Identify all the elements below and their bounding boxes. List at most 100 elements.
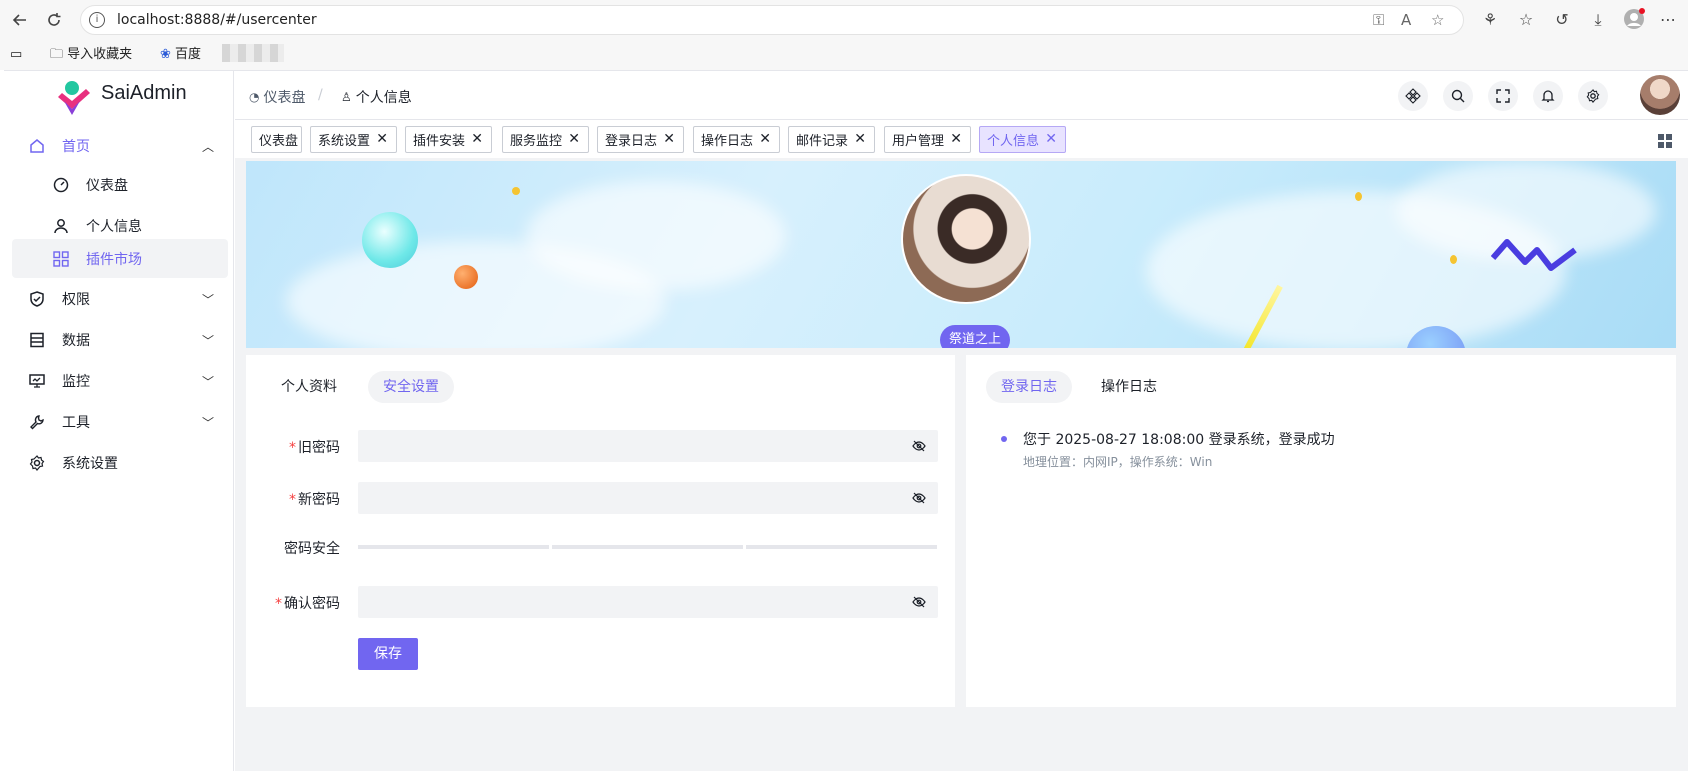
- apps-icon: [52, 250, 70, 268]
- strength-bar-2: [552, 545, 743, 549]
- tab-dashboard[interactable]: 仪表盘: [251, 126, 302, 153]
- eye-off-icon[interactable]: [912, 439, 926, 453]
- breadcrumb-dashboard[interactable]: ◔ 仪表盘: [249, 87, 305, 107]
- tab-mail-records[interactable]: 邮件记录 ✕: [788, 126, 875, 153]
- refresh-icon[interactable]: [40, 6, 68, 34]
- close-icon[interactable]: ✕: [568, 131, 580, 147]
- sidebar: SaiAdmin 首页 ︿ 仪表盘 个人信息 插件市场 权限 ﹀ 数据 ﹀ 监控…: [4, 71, 234, 771]
- tab-operation-log[interactable]: 操作日志 ✕: [693, 126, 780, 153]
- decor-dot: [1355, 192, 1362, 201]
- chevron-down-icon: ﹀: [201, 333, 214, 348]
- user-icon: [52, 217, 70, 235]
- chevron-up-icon: ︿: [201, 139, 214, 154]
- address-bar[interactable]: i localhost:8888/#/usercenter ⚿ A ☆: [80, 5, 1464, 35]
- tab-service-monitor[interactable]: 服务监控 ✕: [502, 126, 589, 153]
- close-icon[interactable]: ✕: [950, 131, 962, 147]
- tab-operation-log[interactable]: 操作日志: [1086, 371, 1172, 403]
- new-password-label: * 新密码: [289, 492, 340, 508]
- tab-label: 服务监控: [510, 134, 563, 149]
- tab-label: 仪表盘: [259, 134, 299, 149]
- avatar[interactable]: [1640, 75, 1680, 115]
- settings-button[interactable]: [1578, 81, 1608, 111]
- log-entry-detail: 地理位置：内网IP，操作系统：Win: [1023, 455, 1213, 469]
- save-button[interactable]: 保存: [358, 638, 418, 670]
- close-icon[interactable]: ✕: [1045, 131, 1057, 147]
- bell-icon: [1541, 90, 1555, 103]
- shield-icon: [28, 290, 46, 308]
- back-icon[interactable]: [6, 6, 34, 34]
- old-password-label: * 旧密码: [289, 440, 340, 456]
- tab-plugin-install[interactable]: 插件安装 ✕: [405, 126, 492, 153]
- tab-label: 操作日志: [701, 134, 754, 149]
- strength-bar-3: [746, 545, 937, 549]
- star-icon[interactable]: ☆: [1431, 11, 1444, 29]
- close-icon[interactable]: ✕: [854, 131, 866, 147]
- profile-icon[interactable]: [1622, 8, 1646, 32]
- more-icon[interactable]: ⋯: [1656, 8, 1680, 32]
- profile-name-badge: 祭道之上: [940, 325, 1011, 348]
- menu-tools[interactable]: 工具 ﹀: [12, 402, 228, 442]
- tabs-icon[interactable]: ▭: [10, 44, 22, 66]
- menu-settings-label: 系统设置: [62, 456, 118, 472]
- profile-avatar[interactable]: [901, 174, 1031, 304]
- monitor-icon: [28, 372, 46, 390]
- main-content: 祭道之上 个人资料 安全设置 * 旧密码 * 新密码 密码安全 * 确认密码 保存: [235, 158, 1688, 771]
- bookmark-baidu[interactable]: ❀ 百度: [160, 44, 201, 66]
- new-password-input[interactable]: [358, 482, 938, 514]
- wrench-icon: [28, 413, 46, 431]
- read-aloud-icon[interactable]: A: [1401, 11, 1411, 29]
- menu-home[interactable]: 首页 ︿: [12, 126, 228, 166]
- close-icon[interactable]: ✕: [663, 131, 675, 147]
- info-icon[interactable]: i: [89, 12, 105, 28]
- extensions-icon[interactable]: ⚘: [1478, 8, 1502, 32]
- eye-off-icon[interactable]: [912, 595, 926, 609]
- bookmark-import-label: 导入收藏夹: [67, 47, 133, 62]
- tab-login-log[interactable]: 登录日志 ✕: [597, 126, 684, 153]
- tab-security-settings[interactable]: 安全设置: [368, 371, 454, 403]
- fullscreen-button[interactable]: [1488, 81, 1518, 111]
- close-icon[interactable]: ✕: [376, 131, 388, 147]
- close-icon[interactable]: ✕: [471, 131, 483, 147]
- eye-off-icon[interactable]: [912, 491, 926, 505]
- blurred-bookmark[interactable]: [222, 44, 284, 62]
- menu-plugin-market[interactable]: 插件市场: [12, 239, 228, 278]
- bookmark-baidu-label: 百度: [175, 47, 202, 62]
- tab-personal-info[interactable]: 个人资料: [266, 371, 352, 403]
- notification-button[interactable]: [1533, 81, 1563, 111]
- tab-system-settings[interactable]: 系统设置 ✕: [310, 126, 397, 153]
- breadcrumb-profile-label: 个人信息: [355, 90, 412, 106]
- close-icon[interactable]: ✕: [759, 131, 771, 147]
- menu-dashboard[interactable]: 仪表盘: [12, 165, 228, 205]
- download-icon[interactable]: ⤓: [1586, 8, 1610, 32]
- old-password-input[interactable]: [358, 430, 938, 462]
- history-icon[interactable]: ↺: [1550, 8, 1574, 32]
- breadcrumb-profile[interactable]: ♙ 个人信息: [341, 87, 412, 107]
- menu-tools-label: 工具: [62, 415, 90, 431]
- dashboard-icon: ◔: [249, 90, 260, 104]
- confirm-password-input[interactable]: [358, 586, 938, 618]
- menu-permission-label: 权限: [62, 292, 90, 308]
- log-card: 登录日志 操作日志 您于 2025-08-27 18:08:00 登录系统，登录…: [966, 355, 1676, 707]
- database-icon: [28, 331, 46, 349]
- settings-icon: [28, 454, 46, 472]
- tabs-menu-icon[interactable]: [1658, 133, 1672, 152]
- log-entry-main: 您于 2025-08-27 18:08:00 登录系统，登录成功: [1023, 432, 1335, 448]
- favorites-icon[interactable]: ☆: [1514, 8, 1538, 32]
- tab-profile[interactable]: 个人信息 ✕: [979, 126, 1066, 153]
- search-button[interactable]: [1443, 81, 1473, 111]
- decor-dot: [512, 187, 520, 195]
- user-icon: ♙: [341, 90, 352, 104]
- menu-data[interactable]: 数据 ﹀: [12, 320, 228, 360]
- menu-settings[interactable]: 系统设置: [12, 443, 228, 483]
- tab-login-log[interactable]: 登录日志: [986, 371, 1072, 403]
- bookmark-import[interactable]: 🗀 导入收藏夹: [50, 44, 132, 66]
- dashboard-icon: [52, 176, 70, 194]
- timeline-dot: [1001, 436, 1007, 442]
- key-icon[interactable]: ⚿: [1373, 11, 1384, 29]
- bookmarks-bar: ▭ 🗀 导入收藏夹 ❀ 百度: [0, 40, 1688, 70]
- menu-monitor[interactable]: 监控 ﹀: [12, 361, 228, 401]
- menu-dashboard-label: 仪表盘: [86, 178, 128, 194]
- menu-search-button[interactable]: [1398, 81, 1428, 111]
- tab-user-management[interactable]: 用户管理 ✕: [884, 126, 971, 153]
- menu-permission[interactable]: 权限 ﹀: [12, 279, 228, 319]
